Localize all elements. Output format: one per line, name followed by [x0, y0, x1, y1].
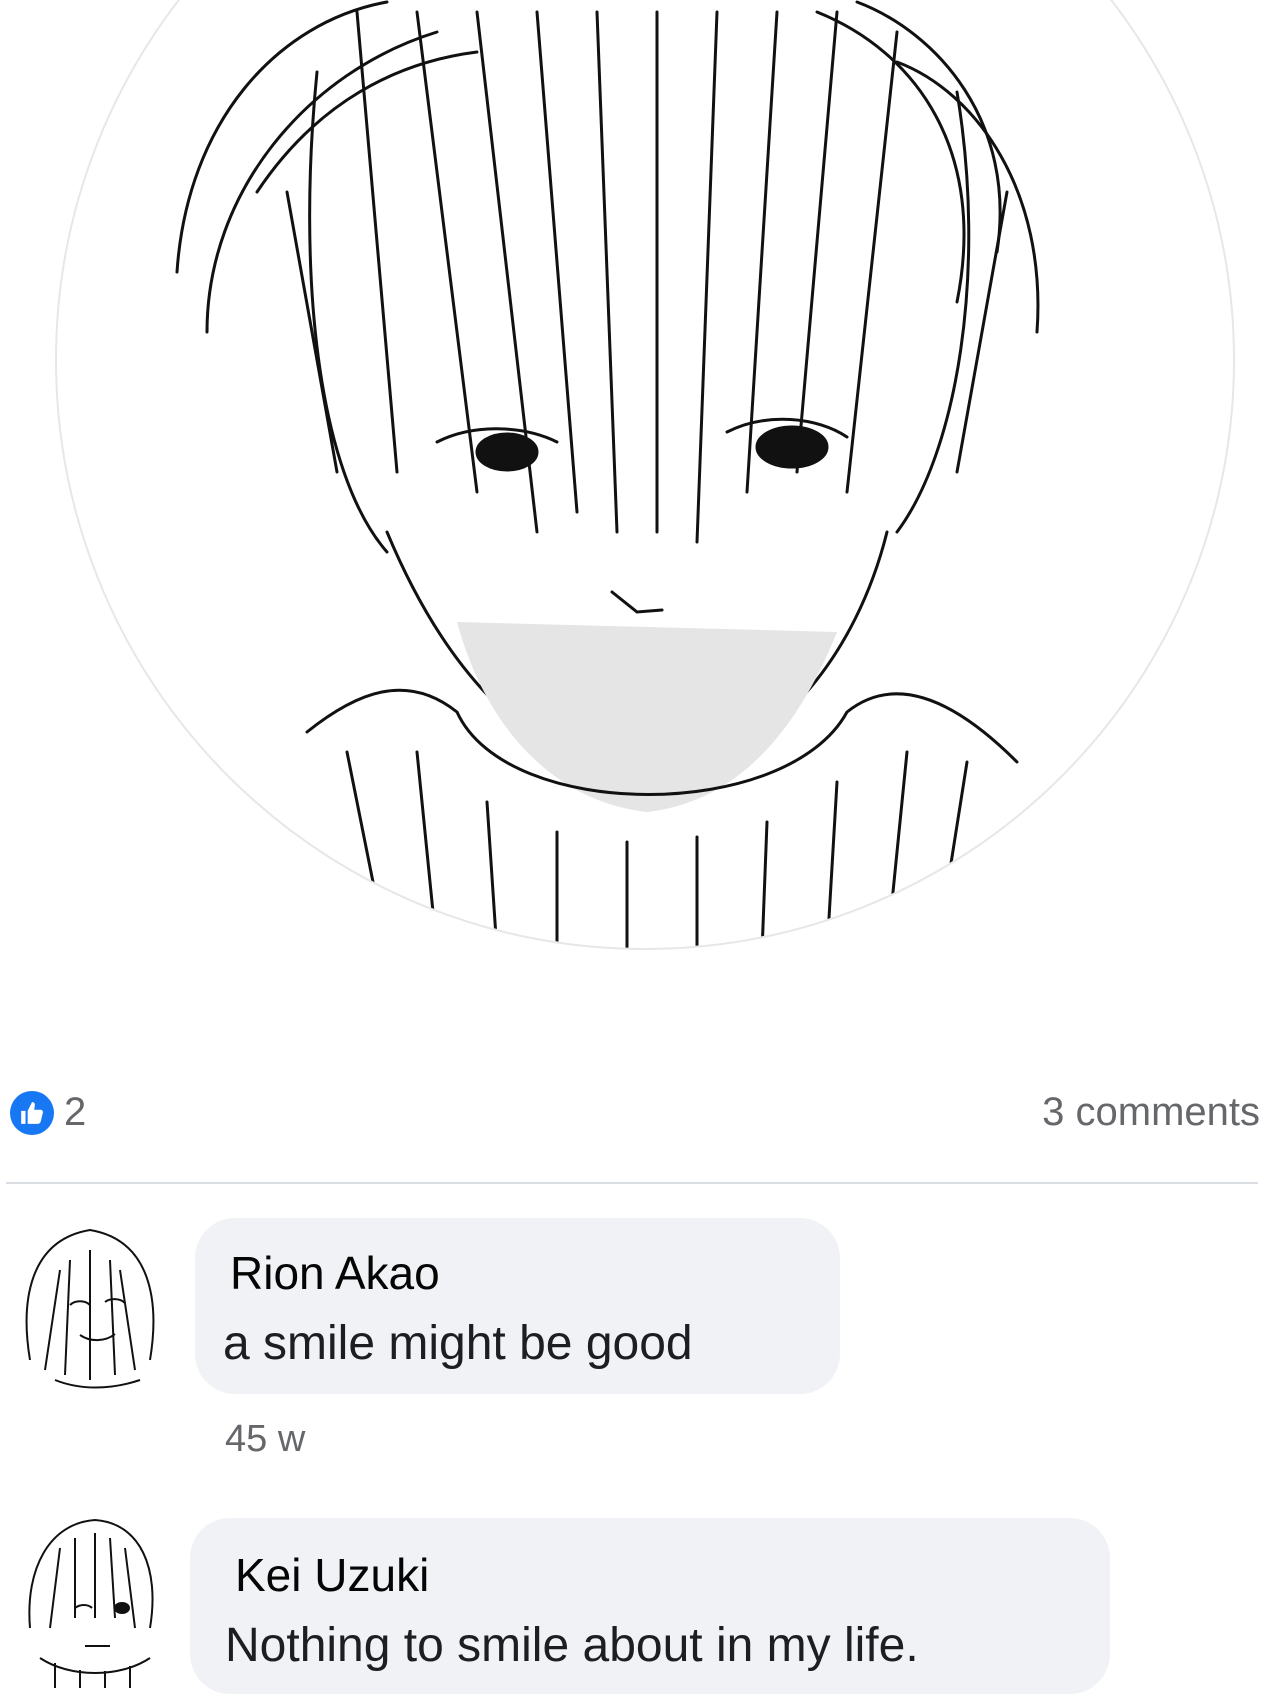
- like-count: 2: [64, 1090, 87, 1134]
- comment-author[interactable]: Kei Uzuki: [235, 1548, 429, 1602]
- comment-bubble: Kei Uzuki Nothing to smile about in my l…: [190, 1518, 1110, 1694]
- comment-author[interactable]: Rion Akao: [230, 1246, 440, 1300]
- avatar[interactable]: [10, 1508, 170, 1688]
- avatar[interactable]: [10, 1210, 170, 1390]
- comments-count-link[interactable]: 3 comments: [1042, 1090, 1260, 1135]
- reactions-summary[interactable]: 2: [10, 1090, 86, 1135]
- comment-bubble: Rion Akao a smile might be good: [195, 1218, 840, 1394]
- like-icon: [10, 1090, 54, 1135]
- comment-text: Nothing to smile about in my life.: [225, 1619, 919, 1672]
- comment-text: a smile might be good: [223, 1317, 693, 1370]
- comment-timestamp[interactable]: 45 w: [225, 1418, 305, 1461]
- post-photo[interactable]: [55, 0, 1235, 950]
- divider: [6, 1182, 1258, 1184]
